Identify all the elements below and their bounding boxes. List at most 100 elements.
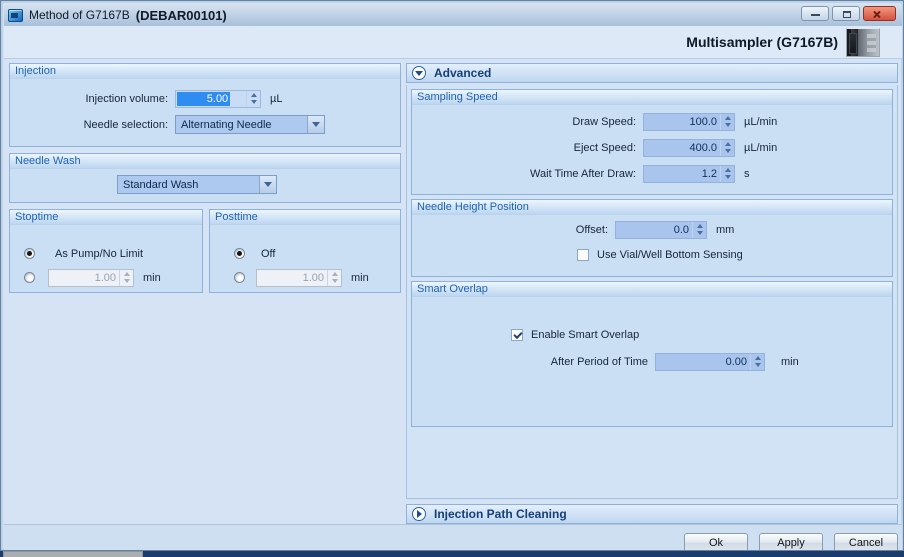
posttime-section: Posttime Off 1.00 min bbox=[209, 209, 401, 293]
needle-selection-dropdown-button[interactable] bbox=[307, 116, 324, 133]
draw-speed-label: Draw Speed: bbox=[572, 115, 636, 128]
ok-button[interactable]: Ok bbox=[684, 533, 748, 550]
stoptime-aspump-radio[interactable] bbox=[24, 248, 35, 259]
spin-down-icon bbox=[331, 279, 338, 283]
offset-stepper[interactable] bbox=[692, 221, 706, 238]
app-icon bbox=[8, 8, 23, 22]
window-title: Method of G7167B bbox=[29, 8, 130, 22]
draw-speed-unit: µL/min bbox=[744, 115, 778, 128]
spin-up-icon bbox=[724, 142, 731, 146]
minimize-button[interactable] bbox=[801, 6, 829, 21]
eject-speed-unit: µL/min bbox=[744, 141, 778, 154]
eject-speed-label: Eject Speed: bbox=[573, 141, 636, 154]
needle-wash-dropdown-button[interactable] bbox=[259, 176, 276, 193]
spin-up-icon bbox=[696, 224, 703, 228]
enable-smart-overlap-checkbox[interactable] bbox=[511, 328, 523, 341]
window-title-id: (DEBAR00101) bbox=[135, 7, 227, 23]
chevron-down-icon bbox=[264, 182, 272, 187]
needle-selection-label: Needle selection: bbox=[83, 118, 168, 131]
stoptime-section-title: Stoptime bbox=[10, 210, 202, 225]
spin-down-icon bbox=[696, 231, 703, 235]
draw-speed-stepper[interactable] bbox=[720, 113, 734, 130]
title-bar[interactable]: Method of G7167B (DEBAR00101) bbox=[4, 4, 902, 26]
offset-label: Offset: bbox=[575, 223, 608, 236]
injection-volume-label: Injection volume: bbox=[85, 92, 168, 105]
injection-volume-unit: µL bbox=[270, 92, 283, 105]
after-period-unit: min bbox=[781, 355, 799, 368]
posttime-section-title: Posttime bbox=[210, 210, 400, 225]
injection-volume-stepper[interactable] bbox=[246, 90, 260, 107]
spin-down-icon bbox=[250, 100, 257, 104]
stoptime-time-radio[interactable] bbox=[24, 272, 35, 283]
after-period-label: After Period of Time bbox=[550, 355, 648, 368]
injection-path-cleaning-expander[interactable]: Injection Path Cleaning bbox=[406, 504, 898, 524]
bottom-sensing-label: Use Vial/Well Bottom Sensing bbox=[597, 248, 743, 261]
sampling-speed-section: Sampling Speed Draw Speed: 100.0 µL/min … bbox=[411, 89, 893, 195]
instrument-image bbox=[846, 28, 880, 57]
stoptime-time-value: 1.00 bbox=[94, 271, 116, 284]
needle-wash-dropdown[interactable]: Standard Wash bbox=[117, 175, 277, 194]
posttime-off-radio[interactable] bbox=[234, 248, 245, 259]
wait-time-input[interactable]: 1.2 bbox=[643, 164, 735, 183]
smart-overlap-section: Smart Overlap Enable Smart Overlap After… bbox=[411, 281, 893, 427]
apply-button[interactable]: Apply bbox=[759, 533, 823, 550]
spin-down-icon bbox=[724, 149, 731, 153]
spin-up-icon bbox=[724, 168, 731, 172]
spin-up-icon bbox=[123, 272, 130, 276]
needle-wash-value: Standard Wash bbox=[123, 178, 199, 191]
stoptime-aspump-label: As Pump/No Limit bbox=[55, 247, 144, 260]
after-period-input[interactable]: 0.00 bbox=[655, 352, 765, 371]
needle-height-section: Needle Height Position Offset: 0.0 mm Us… bbox=[411, 199, 893, 277]
close-button[interactable] bbox=[863, 6, 896, 21]
injection-path-cleaning-title: Injection Path Cleaning bbox=[434, 507, 567, 521]
minimize-icon bbox=[811, 14, 820, 16]
eject-speed-stepper[interactable] bbox=[720, 139, 734, 156]
offset-input[interactable]: 0.0 bbox=[615, 220, 707, 239]
posttime-off-label: Off bbox=[261, 247, 276, 260]
advanced-expander[interactable]: Advanced bbox=[406, 63, 898, 83]
spin-down-icon bbox=[123, 279, 130, 283]
spin-up-icon bbox=[331, 272, 338, 276]
injection-volume-input[interactable]: 5.00 bbox=[175, 89, 261, 108]
eject-speed-value: 400.0 bbox=[689, 141, 717, 154]
eject-speed-input[interactable]: 400.0 bbox=[643, 138, 735, 157]
expand-icon[interactable] bbox=[412, 507, 426, 521]
stoptime-time-stepper bbox=[119, 269, 133, 286]
after-period-stepper[interactable] bbox=[750, 353, 764, 370]
bottom-sensing-checkbox[interactable] bbox=[577, 248, 589, 261]
sampling-speed-title: Sampling Speed bbox=[412, 90, 892, 105]
posttime-unit: min bbox=[351, 271, 369, 284]
needle-height-title: Needle Height Position bbox=[412, 200, 892, 215]
cancel-button[interactable]: Cancel bbox=[834, 533, 898, 550]
advanced-panel: Sampling Speed Draw Speed: 100.0 µL/min … bbox=[406, 85, 898, 499]
spin-down-icon bbox=[724, 175, 731, 179]
maximize-button[interactable] bbox=[832, 6, 860, 21]
collapse-icon[interactable] bbox=[412, 66, 426, 80]
draw-speed-input[interactable]: 100.0 bbox=[643, 112, 735, 131]
spin-down-icon bbox=[754, 363, 761, 367]
chevron-down-icon bbox=[312, 122, 320, 127]
advanced-title: Advanced bbox=[434, 66, 492, 80]
posttime-time-stepper bbox=[327, 269, 341, 286]
needle-wash-section: Needle Wash Standard Wash bbox=[9, 153, 401, 203]
method-dialog: Method of G7167B (DEBAR00101) Multisampl… bbox=[0, 0, 904, 551]
needle-selection-dropdown[interactable]: Alternating Needle bbox=[175, 115, 325, 134]
injection-volume-value: 5.00 bbox=[177, 91, 231, 106]
spin-up-icon bbox=[724, 116, 731, 120]
stoptime-time-input: 1.00 bbox=[48, 268, 134, 287]
injection-section: Injection Injection volume: 5.00 µL Need… bbox=[9, 63, 401, 147]
posttime-time-value: 1.00 bbox=[302, 271, 324, 284]
window-controls bbox=[801, 6, 896, 21]
smart-overlap-title: Smart Overlap bbox=[412, 282, 892, 297]
footer-bar: Ok Apply Cancel bbox=[4, 524, 902, 550]
stoptime-unit: min bbox=[143, 271, 161, 284]
injection-section-title: Injection bbox=[10, 64, 400, 79]
posttime-time-input: 1.00 bbox=[256, 268, 342, 287]
wait-time-stepper[interactable] bbox=[720, 165, 734, 182]
offset-unit: mm bbox=[716, 223, 735, 236]
wait-time-label: Wait Time After Draw: bbox=[530, 167, 636, 180]
device-header: Multisampler (G7167B) bbox=[4, 26, 902, 59]
wait-time-unit: s bbox=[744, 167, 750, 180]
stoptime-section: Stoptime As Pump/No Limit 1.00 min bbox=[9, 209, 203, 293]
posttime-time-radio[interactable] bbox=[234, 272, 245, 283]
